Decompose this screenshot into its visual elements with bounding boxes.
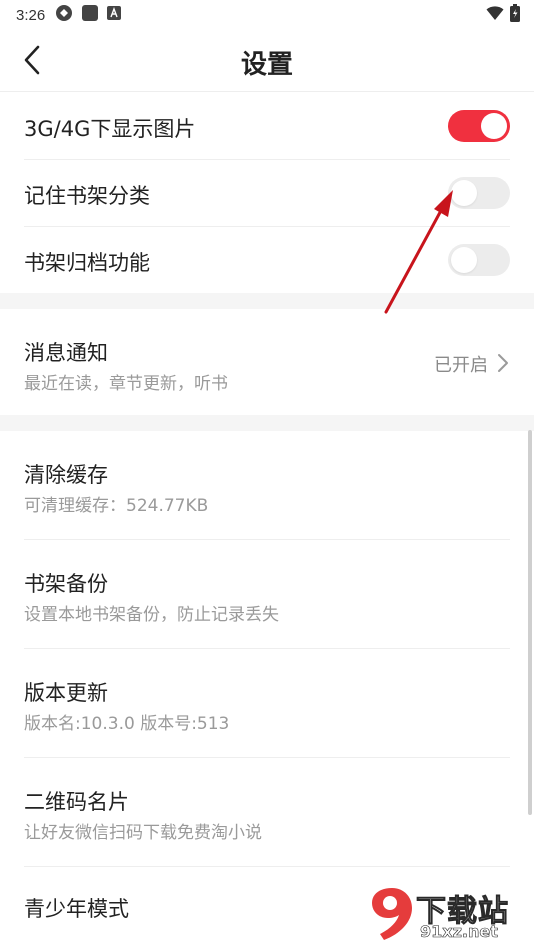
setting-row-shelf-backup[interactable]: 书架备份 设置本地书架备份，防止记录丢失 bbox=[0, 540, 534, 648]
toggle-knob bbox=[451, 180, 477, 206]
watermark-logo-icon bbox=[372, 888, 412, 940]
a-badge-icon bbox=[107, 6, 122, 24]
nav-bar: 设置 bbox=[0, 30, 534, 92]
setting-label: 清除缓存 bbox=[24, 463, 108, 487]
setting-row-remember-shelf-category[interactable]: 记住书架分类 bbox=[0, 160, 534, 226]
sync-icon bbox=[55, 4, 73, 26]
status-time: 3:26 bbox=[16, 6, 46, 24]
setting-subtitle: 设置本地书架备份，防止记录丢失 bbox=[24, 605, 279, 625]
section-gap bbox=[0, 293, 534, 309]
setting-row-show-images[interactable]: 3G/4G下显示图片 bbox=[0, 93, 534, 159]
setting-label: 青少年模式 bbox=[24, 897, 129, 921]
scrollbar[interactable] bbox=[528, 430, 532, 815]
setting-subtitle: 让好友微信扫码下载免费淘小说 bbox=[24, 823, 262, 843]
page-title: 设置 bbox=[240, 50, 293, 80]
setting-row-clear-cache[interactable]: 清除缓存 可清理缓存：524.77KB bbox=[0, 431, 534, 539]
app-notification-icon bbox=[81, 4, 99, 26]
setting-label: 记住书架分类 bbox=[24, 184, 150, 208]
setting-subtitle: 可清理缓存：524.77KB bbox=[24, 496, 209, 516]
setting-label: 二维码名片 bbox=[24, 790, 129, 814]
setting-subtitle: 版本名:10.3.0 版本号:513 bbox=[24, 714, 230, 734]
setting-row-notifications[interactable]: 消息通知 最近在读，章节更新，听书 已开启 bbox=[0, 309, 534, 415]
setting-row-version-update[interactable]: 版本更新 版本名:10.3.0 版本号:513 bbox=[0, 649, 534, 757]
watermark-url: 91xz.net bbox=[420, 922, 498, 942]
setting-label: 3G/4G下显示图片 bbox=[24, 117, 196, 141]
notification-status: 已开启 bbox=[434, 355, 488, 376]
toggle-knob bbox=[481, 113, 507, 139]
show-images-toggle[interactable] bbox=[448, 110, 510, 142]
section-gap bbox=[0, 415, 534, 431]
setting-label: 版本更新 bbox=[24, 681, 108, 705]
remember-shelf-category-toggle[interactable] bbox=[448, 177, 510, 209]
wifi-icon bbox=[486, 5, 504, 25]
watermark: 下载站 91xz.net bbox=[368, 884, 528, 946]
status-bar: 3:26 bbox=[0, 0, 534, 30]
battery-icon bbox=[510, 4, 520, 26]
chevron-right-icon bbox=[498, 354, 508, 372]
setting-label: 书架归档功能 bbox=[24, 251, 150, 275]
setting-label: 书架备份 bbox=[24, 572, 108, 596]
toggle-knob bbox=[451, 247, 477, 273]
shelf-archive-toggle[interactable] bbox=[448, 244, 510, 276]
setting-subtitle: 最近在读，章节更新，听书 bbox=[24, 374, 228, 394]
setting-row-qr-card[interactable]: 二维码名片 让好友微信扫码下载免费淘小说 bbox=[0, 758, 534, 866]
setting-row-shelf-archive[interactable]: 书架归档功能 bbox=[0, 227, 534, 293]
setting-label: 消息通知 bbox=[24, 341, 108, 365]
